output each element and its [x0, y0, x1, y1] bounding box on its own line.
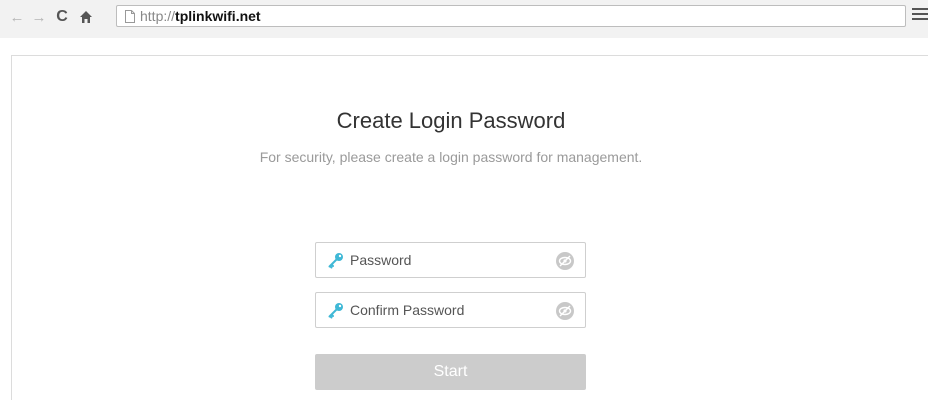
browser-toolbar: ← → C http://tplinkwifi.net — [0, 0, 928, 38]
key-icon — [328, 253, 343, 269]
page-icon — [125, 9, 135, 23]
page-title: Create Login Password — [336, 108, 566, 133]
back-arrow-icon[interactable]: ← — [8, 6, 26, 28]
page-subtitle: For security, please create a login pass… — [259, 149, 643, 165]
show-password-eye-icon[interactable] — [555, 251, 575, 271]
hamburger-menu-icon[interactable] — [912, 8, 928, 24]
home-icon[interactable] — [75, 6, 97, 28]
url-text: http://tplinkwifi.net — [140, 8, 261, 24]
url-scheme: http:// — [140, 8, 176, 24]
confirm-password-field[interactable] — [315, 292, 586, 328]
key-icon — [328, 303, 343, 319]
login-setup-page: Create Login Password For security, plea… — [11, 55, 928, 400]
reload-icon[interactable]: C — [53, 6, 71, 28]
url-host: tplinkwifi.net — [175, 8, 261, 24]
password-input[interactable] — [350, 252, 540, 268]
start-button[interactable]: Start — [315, 354, 586, 390]
home-icon-shape — [80, 11, 92, 23]
address-bar[interactable]: http://tplinkwifi.net — [116, 5, 906, 27]
password-field[interactable] — [315, 242, 586, 278]
confirm-password-input[interactable] — [350, 302, 540, 318]
show-password-eye-icon[interactable] — [555, 301, 575, 321]
forward-arrow-icon[interactable]: → — [30, 6, 48, 28]
